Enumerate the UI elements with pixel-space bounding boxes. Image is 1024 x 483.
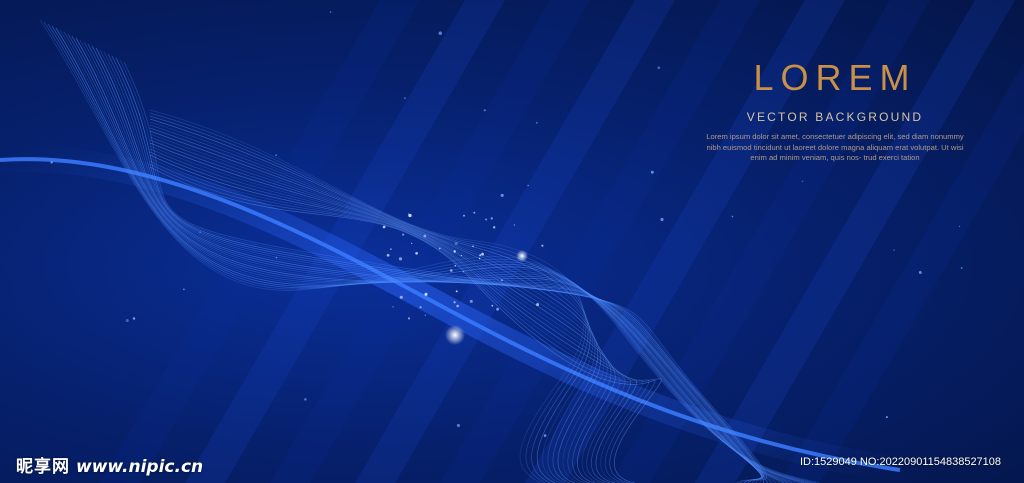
headline-subtitle: VECTOR BACKGROUND <box>746 110 924 124</box>
particle <box>731 215 734 218</box>
particle <box>479 254 482 257</box>
particle <box>500 193 504 197</box>
particle <box>408 213 410 215</box>
particle <box>386 253 390 257</box>
particle <box>439 247 441 250</box>
particle <box>275 154 278 157</box>
particle <box>423 234 427 238</box>
particle <box>419 306 422 309</box>
particle <box>424 314 426 316</box>
headline-block: LOREM VECTOR BACKGROUND Lorem ipsum dolo… <box>700 58 970 164</box>
particle <box>801 180 804 182</box>
particle <box>501 279 503 282</box>
sparkle-flare-small <box>516 250 528 262</box>
particle <box>960 267 963 269</box>
particle <box>483 109 486 112</box>
particle <box>449 269 453 272</box>
particle <box>438 31 442 35</box>
particle <box>650 170 654 174</box>
particle <box>382 225 386 229</box>
particle <box>399 295 403 299</box>
particle <box>199 231 202 234</box>
particle <box>183 288 185 291</box>
particle <box>398 257 403 261</box>
sparkle-flare-main <box>445 325 465 345</box>
particle <box>472 245 474 248</box>
particle <box>541 244 544 247</box>
particle <box>50 161 53 164</box>
particle <box>402 233 405 236</box>
particle <box>527 184 529 187</box>
particle <box>473 211 476 214</box>
particle <box>456 304 459 308</box>
particle <box>893 249 895 251</box>
particle <box>407 317 411 320</box>
particle <box>460 254 462 257</box>
headline-body: Lorem ipsum dolor sit amet, consectetuer… <box>706 132 964 162</box>
particle <box>885 416 888 419</box>
particle <box>390 248 392 250</box>
particle <box>415 251 418 255</box>
particle <box>481 252 484 256</box>
particle <box>496 307 500 311</box>
particle <box>304 398 307 401</box>
particle <box>492 226 496 229</box>
watermark-logo: 昵享网 www.nipic.cn <box>16 452 204 477</box>
watermark-id: ID:1529049 NO:20220901154838527108 <box>800 456 1002 468</box>
watermark-logo-cn: 昵享网 <box>16 457 70 477</box>
particle <box>490 217 493 220</box>
particle <box>469 299 473 303</box>
particle <box>411 242 413 245</box>
particle <box>453 301 456 304</box>
particle <box>462 270 465 273</box>
particle <box>329 11 332 13</box>
particle <box>132 317 136 320</box>
particle <box>543 434 547 437</box>
particle <box>918 271 922 274</box>
particle <box>491 304 494 307</box>
particle <box>513 224 516 226</box>
particle <box>453 250 456 253</box>
particle <box>485 218 488 221</box>
particle <box>478 257 481 260</box>
particle <box>456 423 460 428</box>
particle <box>403 97 406 100</box>
particle <box>536 303 540 307</box>
particle <box>535 121 538 124</box>
particle <box>463 214 465 217</box>
particle <box>454 265 456 267</box>
headline-title: LOREM <box>753 57 917 98</box>
particle <box>660 217 664 222</box>
particle <box>392 306 394 308</box>
particle <box>424 292 428 296</box>
watermark-logo-url: www.nipic.cn <box>76 457 204 477</box>
particle <box>454 241 458 246</box>
particle <box>657 66 661 70</box>
artwork-canvas: LOREM VECTOR BACKGROUND Lorem ipsum dolo… <box>0 0 1024 483</box>
particle <box>125 318 129 323</box>
particle <box>275 256 278 259</box>
particle <box>958 225 961 228</box>
particle <box>455 290 458 293</box>
